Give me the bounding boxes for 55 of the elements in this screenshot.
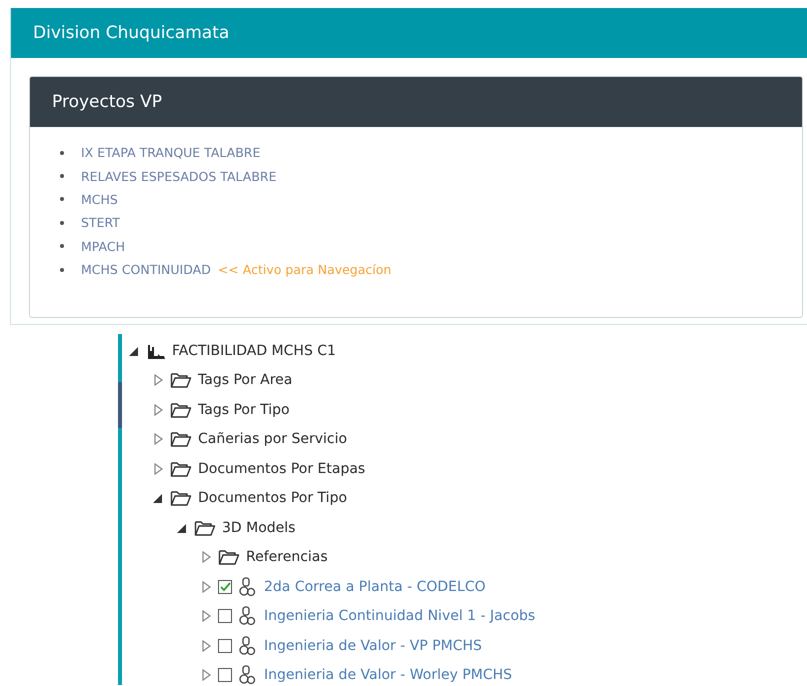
tree-item[interactable]: Ingenieria Continuidad Nivel 1 - Jacobs	[264, 608, 536, 624]
collapsed-triangle-icon[interactable]	[152, 374, 164, 386]
bullet-icon	[60, 150, 64, 155]
checkbox[interactable]	[218, 609, 232, 624]
card-title: Proyectos VP	[30, 77, 802, 127]
collapsed-triangle-icon[interactable]	[200, 610, 212, 622]
collapsed-triangle-icon[interactable]	[200, 640, 212, 652]
scrollbar-thumb[interactable]	[118, 382, 122, 428]
tree-item[interactable]: FACTIBILIDAD MCHS C1	[172, 342, 336, 359]
bullet-icon	[60, 220, 64, 225]
project-link[interactable]: MCHS	[81, 192, 118, 207]
project-link[interactable]: RELAVES ESPESADOS TALABRE	[81, 168, 276, 184]
bullet-icon	[60, 174, 64, 178]
collapsed-triangle-icon[interactable]	[152, 404, 164, 416]
tree-item[interactable]: 3D Models	[222, 520, 296, 536]
tree-item[interactable]: Referencias	[246, 549, 328, 566]
tree-item[interactable]: Ingenieria de Valor - Worley PMCHS	[264, 667, 512, 684]
bullet-icon	[60, 244, 64, 248]
folder-icon	[170, 460, 192, 478]
cylinders-icon	[238, 636, 258, 656]
project-link[interactable]: MPACH	[81, 238, 125, 254]
tree-item[interactable]: Documentos Por Etapas	[198, 460, 366, 477]
checkbox[interactable]	[218, 580, 232, 594]
expanded-triangle-icon[interactable]	[176, 522, 188, 534]
bullet-icon	[60, 268, 64, 272]
cylinders-icon	[238, 606, 258, 626]
checkbox[interactable]	[218, 668, 232, 682]
expanded-triangle-icon[interactable]	[128, 344, 140, 357]
project-link[interactable]: IX ETAPA TRANQUE TALABRE	[81, 145, 260, 160]
folder-icon	[170, 371, 192, 390]
collapsed-triangle-icon[interactable]	[152, 462, 164, 475]
expanded-triangle-icon[interactable]	[152, 492, 164, 504]
tree-item[interactable]: Tags Por Area	[198, 372, 292, 388]
collapsed-triangle-icon[interactable]	[152, 433, 164, 446]
panel-title: Division Chuquicamata	[11, 8, 807, 58]
checkbox[interactable]	[218, 638, 232, 653]
folder-icon	[218, 548, 240, 566]
folder-icon	[194, 518, 216, 537]
folder-icon	[170, 400, 192, 419]
folder-icon	[170, 489, 192, 508]
collapsed-triangle-icon[interactable]	[200, 551, 212, 564]
collapsed-triangle-icon[interactable]	[200, 580, 212, 593]
cylinders-icon	[238, 665, 258, 686]
bullet-icon	[60, 197, 64, 202]
folder-icon	[170, 430, 192, 448]
tree-item[interactable]: Documentos Por Tipo	[198, 490, 348, 506]
cylinders-icon	[238, 576, 258, 597]
project-link[interactable]: STERT	[81, 215, 120, 230]
tree-item[interactable]: Ingenieria de Valor - VP PMCHS	[264, 638, 482, 654]
active-note: << Activo para Navegacíon	[218, 262, 392, 278]
project-link[interactable]: MCHS CONTINUIDAD	[81, 262, 211, 278]
tree-item[interactable]: 2da Correa a Planta - CODELCO	[264, 578, 486, 595]
collapsed-triangle-icon[interactable]	[200, 669, 212, 682]
tree-item[interactable]: Cañerias por Servicio	[198, 431, 348, 448]
tree-item[interactable]: Tags Por Tipo	[198, 402, 290, 418]
